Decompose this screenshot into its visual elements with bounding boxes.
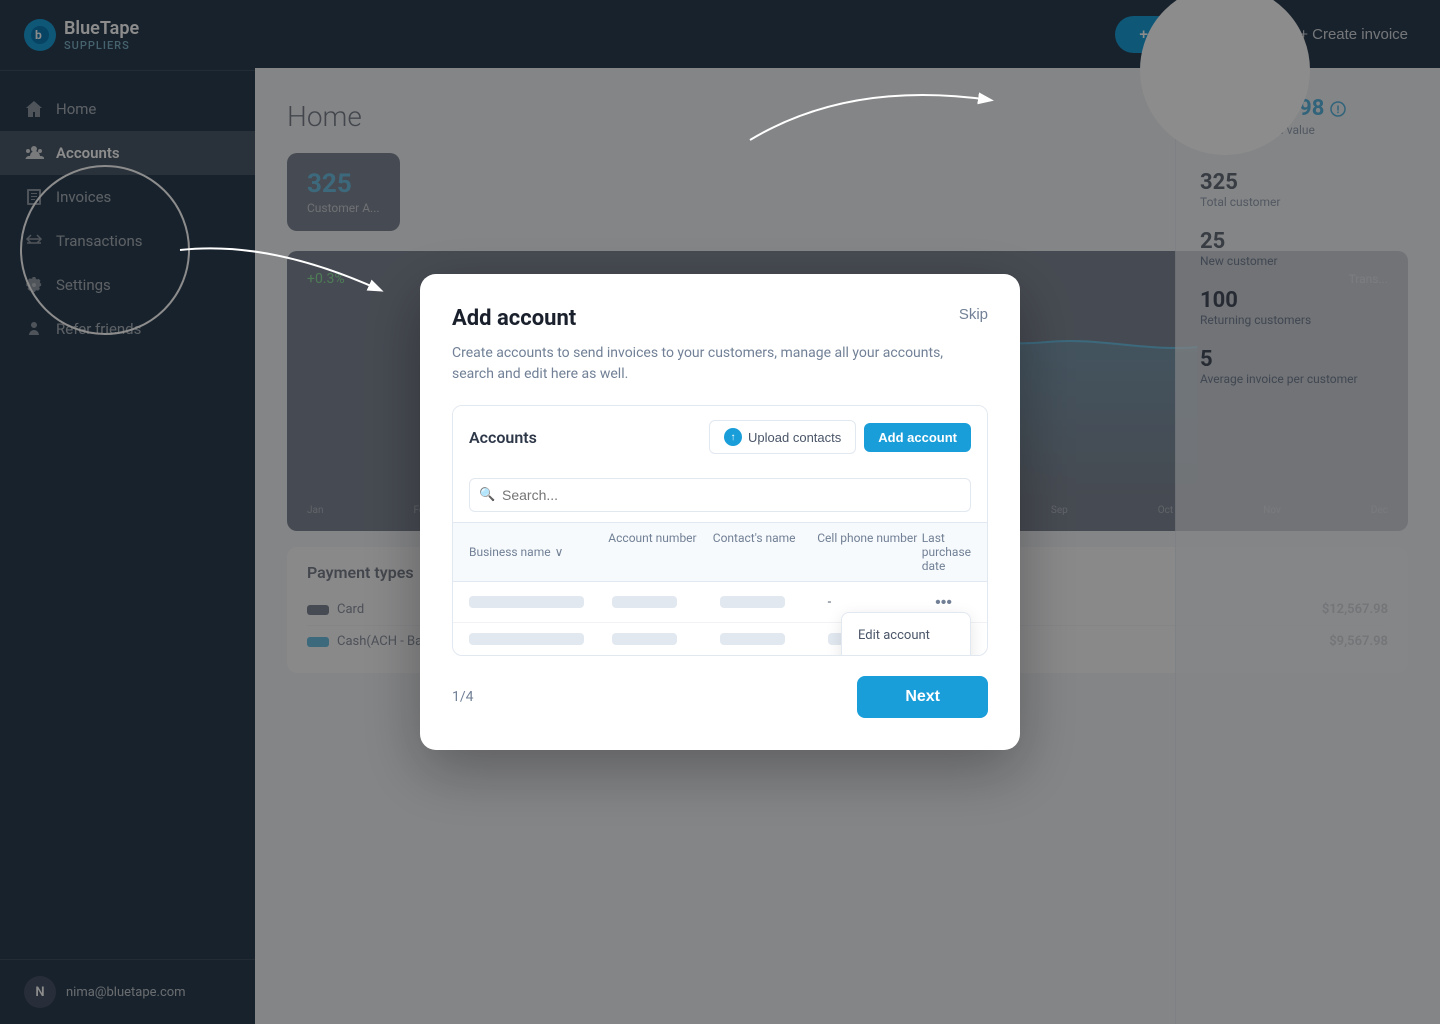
accounts-actions: ↑ Upload contacts Add account xyxy=(709,420,971,454)
table-row: - ••• Edit account Resend invite xyxy=(453,582,987,623)
modal-title: Add account xyxy=(452,306,576,331)
modal-header: Add account Skip xyxy=(452,306,988,331)
upload-label: Upload contacts xyxy=(748,430,841,445)
row2-col3 xyxy=(720,633,828,645)
upload-contacts-button[interactable]: ↑ Upload contacts xyxy=(709,420,856,454)
row2-col2 xyxy=(612,633,720,645)
col-phone: Cell phone number xyxy=(817,531,921,573)
search-input[interactable] xyxy=(469,478,971,512)
row2-col1 xyxy=(469,633,612,645)
modal-description: Create accounts to send invoices to your… xyxy=(452,343,988,385)
search-box: 🔍 xyxy=(453,468,987,523)
next-button[interactable]: Next xyxy=(857,676,988,718)
upload-icon: ↑ xyxy=(724,428,742,446)
accounts-box-label: Accounts xyxy=(469,428,537,447)
row1-menu: ••• Edit account Resend invite xyxy=(935,592,971,612)
accounts-box-header: Accounts ↑ Upload contacts Add account xyxy=(453,406,987,468)
search-icon: 🔍 xyxy=(479,488,495,503)
modal-footer: 1/4 Next xyxy=(452,676,988,718)
add-account-modal-button[interactable]: Add account xyxy=(864,423,971,452)
table-header: Business name ∨ Account number Contact's… xyxy=(453,523,987,582)
row1-dots-button[interactable]: ••• xyxy=(935,594,952,612)
resend-invite-item[interactable]: Resend invite xyxy=(842,652,970,656)
row1-col1 xyxy=(469,596,612,608)
col-date: Last purchase date xyxy=(922,531,971,573)
skip-button[interactable]: Skip xyxy=(959,306,988,323)
search-wrap: 🔍 xyxy=(469,478,971,512)
step-indicator: 1/4 xyxy=(452,689,474,705)
row1-col2 xyxy=(612,596,720,608)
col-account: Account number xyxy=(608,531,712,573)
edit-account-item[interactable]: Edit account xyxy=(842,619,970,652)
col-contact: Contact's name xyxy=(713,531,817,573)
row1-col3 xyxy=(720,596,828,608)
row1-col4: - xyxy=(828,595,936,610)
accounts-box: Accounts ↑ Upload contacts Add account 🔍… xyxy=(452,405,988,656)
col-business: Business name ∨ xyxy=(469,531,608,573)
add-account-modal: Add account Skip Create accounts to send… xyxy=(420,274,1020,750)
context-menu: Edit account Resend invite xyxy=(841,612,971,656)
